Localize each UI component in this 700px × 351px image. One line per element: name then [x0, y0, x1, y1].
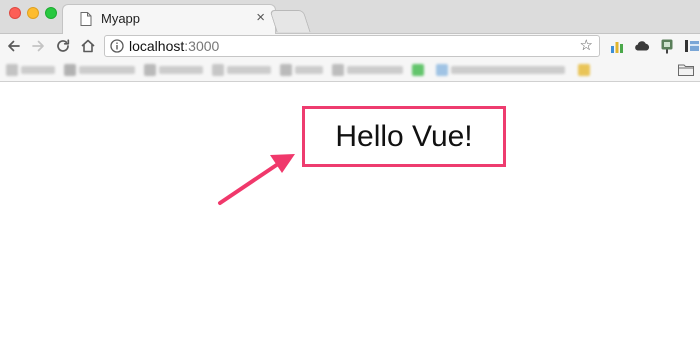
bookmark-label-blurred	[21, 66, 55, 74]
bookmark-favicon-icon	[280, 64, 292, 76]
bookmark-favicon-icon	[144, 64, 156, 76]
folder-icon[interactable]	[678, 63, 694, 76]
annotation-arrow-icon	[218, 154, 295, 205]
reload-icon[interactable]	[54, 37, 72, 55]
bookmark-item[interactable]	[64, 64, 136, 76]
bookmark-favicon-icon	[412, 64, 424, 76]
extension-pin-icon[interactable]	[658, 37, 676, 55]
toolbar: localhost:3000 ☆	[0, 34, 700, 58]
url-text: localhost:3000	[129, 38, 219, 54]
bookmark-item[interactable]	[280, 64, 324, 76]
bookmark-item[interactable]	[436, 64, 568, 76]
bookmark-item[interactable]	[412, 64, 434, 76]
bookmark-label-blurred	[451, 66, 565, 74]
bookmark-label-blurred	[79, 66, 135, 74]
extension-menu-icon[interactable]	[683, 37, 700, 55]
home-icon[interactable]	[79, 37, 97, 55]
close-tab-icon[interactable]: ×	[256, 10, 265, 26]
bookmark-favicon-icon	[212, 64, 224, 76]
address-bar[interactable]: localhost:3000 ☆	[104, 35, 600, 57]
bookmark-label-blurred	[227, 66, 271, 74]
extension-cloud-icon[interactable]	[633, 37, 651, 55]
bookmark-label-blurred	[295, 66, 323, 74]
bookmark-item[interactable]	[144, 64, 204, 76]
info-icon[interactable]	[110, 39, 124, 53]
hello-box: Hello Vue!	[302, 106, 506, 167]
bookmark-item[interactable]	[332, 64, 404, 76]
bookmark-label-blurred	[347, 66, 403, 74]
extension-chart-icon[interactable]	[608, 37, 626, 55]
bookmark-favicon-icon	[6, 64, 18, 76]
bookmarks-bar	[0, 58, 700, 82]
tab-title: Myapp	[101, 11, 141, 26]
new-tab-button[interactable]	[269, 10, 311, 32]
minimize-window-button[interactable]	[27, 7, 39, 19]
bookmark-favicon-icon	[436, 64, 448, 76]
page-content: Hello Vue!	[0, 82, 700, 351]
bookmark-item[interactable]	[6, 64, 56, 76]
url-host: localhost	[129, 38, 185, 54]
bookmark-favicon-icon	[64, 64, 76, 76]
back-icon[interactable]	[5, 37, 23, 55]
page-icon	[80, 12, 92, 26]
forward-icon[interactable]	[29, 37, 47, 55]
zoom-window-button[interactable]	[45, 7, 57, 19]
bookmark-label-blurred	[159, 66, 203, 74]
hello-heading: Hello Vue!	[335, 119, 473, 153]
url-port: :3000	[184, 38, 220, 54]
star-icon[interactable]: ☆	[580, 37, 593, 55]
close-window-button[interactable]	[9, 7, 21, 19]
bookmark-favicon-icon	[578, 64, 590, 76]
bookmark-item[interactable]	[578, 64, 592, 76]
title-bar: Myapp ×	[0, 0, 700, 34]
bookmark-favicon-icon	[332, 64, 344, 76]
bookmark-item[interactable]	[212, 64, 272, 76]
tab-myapp[interactable]: Myapp ×	[62, 4, 276, 34]
